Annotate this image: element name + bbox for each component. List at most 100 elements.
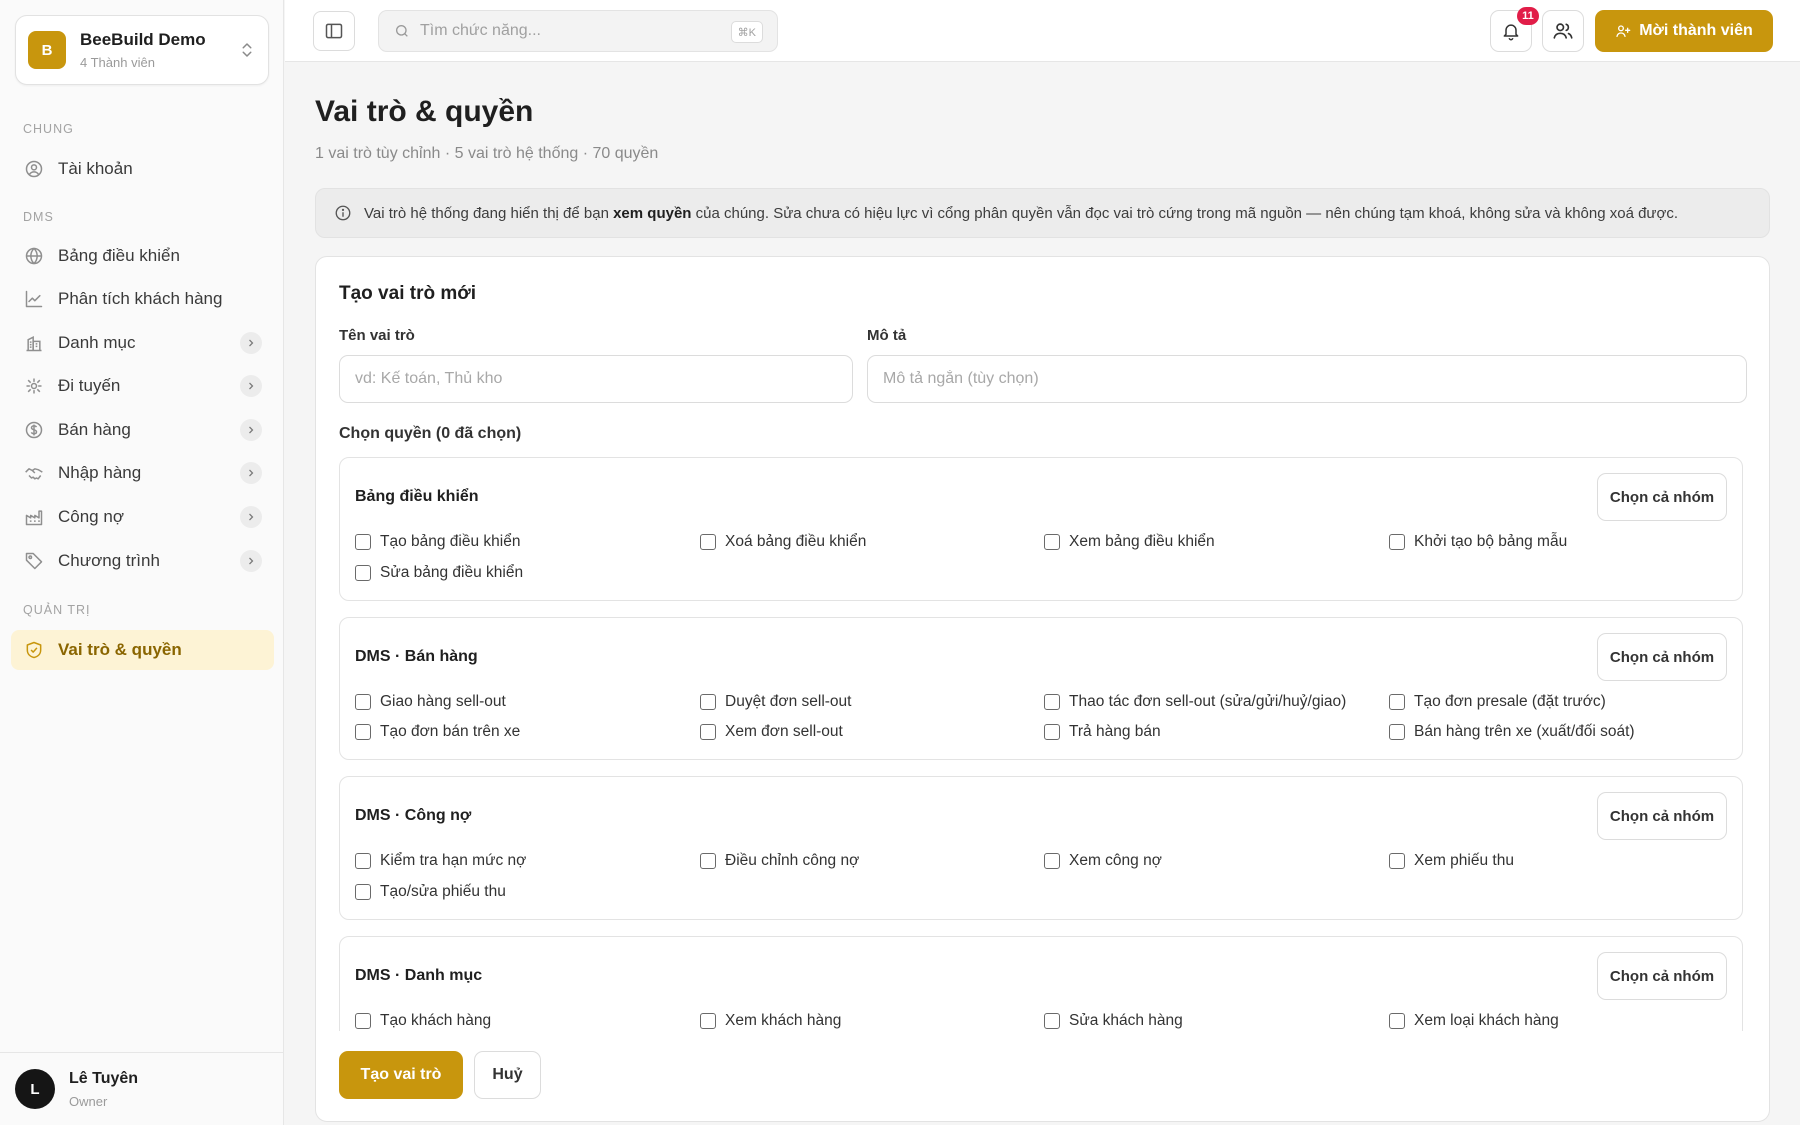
group-title: DMS · Công nợ [355,807,472,824]
route-icon [26,378,42,394]
chevron-right-icon [240,550,262,572]
sidebar-item-purchasing[interactable]: Nhập hàng [11,453,274,493]
permission-checkbox[interactable]: Xoá bảng điều khiển [700,532,866,552]
keyboard-shortcut-hint: ⌘K [730,21,763,43]
permission-checkbox[interactable]: Xem bảng điều khiển [1044,532,1215,552]
select-group-button[interactable]: Chọn cả nhóm [1597,792,1727,840]
checkbox[interactable] [1044,534,1060,550]
sidebar-item-catalog[interactable]: Danh mục [11,323,274,363]
sidebar-item-debt[interactable]: Công nợ [11,497,274,537]
sidebar-item-roles[interactable]: Vai trò & quyền [11,630,274,670]
permission-checkbox[interactable]: Giao hàng sell-out [355,692,506,712]
permission-group: DMS · Danh mục Chọn cả nhóm Tạo khách hà… [339,936,1743,1031]
sidebar-item-dashboard[interactable]: Bảng điều khiển [11,236,274,276]
chevron-right-icon [240,375,262,397]
permission-checkbox[interactable]: Duyệt đơn sell-out [700,692,851,712]
checkbox[interactable] [355,1013,371,1029]
checkbox[interactable] [355,534,371,550]
checkbox[interactable] [1044,724,1060,740]
checkbox[interactable] [700,724,716,740]
permission-checkbox[interactable]: Tạo đơn presale (đặt trước) [1389,692,1606,712]
checkbox[interactable] [1389,694,1405,710]
select-group-button[interactable]: Chọn cả nhóm [1597,633,1727,681]
top-bar: Tìm chức năng... ⌘K 11 Mời thành viên [285,0,1800,62]
search-placeholder: Tìm chức năng... [420,22,541,39]
permission-checkbox[interactable]: Xem khách hàng [700,1011,841,1031]
chevrons-up-down-icon [242,43,252,57]
checkbox[interactable] [1044,1013,1060,1029]
chevron-right-icon [240,419,262,441]
checkbox[interactable] [700,1013,716,1029]
checkbox[interactable] [1044,853,1060,869]
checkbox[interactable] [700,694,716,710]
checkbox[interactable] [700,534,716,550]
role-name-input[interactable] [339,355,853,403]
tag-icon [25,552,43,570]
sidebar-item-customer-analytics[interactable]: Phân tích khách hàng [11,279,274,319]
permission-checkbox[interactable]: Xem loại khách hàng [1389,1011,1559,1031]
create-role-button[interactable]: Tạo vai trò [339,1051,463,1099]
checkbox[interactable] [355,565,371,581]
permission-checkbox[interactable]: Xem phiếu thu [1389,851,1514,871]
description-input[interactable] [867,355,1747,403]
sidebar-item-programs[interactable]: Chương trình [11,541,274,581]
permission-checkbox[interactable]: Kiểm tra hạn mức nợ [355,851,526,871]
permission-checkbox[interactable]: Xem đơn sell-out [700,722,843,742]
avatar: L [15,1069,55,1109]
cancel-button[interactable]: Huỷ [474,1051,541,1099]
shield-check-icon [26,641,42,659]
select-group-button[interactable]: Chọn cả nhóm [1597,473,1727,521]
sidebar-item-sales[interactable]: Bán hàng [11,410,274,450]
team-button[interactable] [1542,10,1584,52]
checkbox[interactable] [355,724,371,740]
checkbox[interactable] [1389,1013,1405,1029]
checkbox[interactable] [1389,724,1405,740]
sidebar-toggle-button[interactable] [313,11,355,51]
permission-checkbox[interactable]: Điều chỉnh công nợ [700,851,859,871]
invite-button-label: Mời thành viên [1639,22,1753,39]
sidebar-item-label: Bán hàng [58,420,131,439]
checkbox[interactable] [1389,853,1405,869]
notifications-button[interactable]: 11 [1490,7,1539,52]
user-name: Lê Tuyên [69,1069,139,1087]
user-circle-icon [25,160,43,178]
line-chart-icon [25,290,43,308]
sidebar-item-account[interactable]: Tài khoản [11,149,274,189]
description-label: Mô tả [867,327,907,344]
chevron-right-icon [240,332,262,354]
permission-checkbox[interactable]: Tạo bảng điều khiển [355,532,520,552]
create-role-card: Tạo vai trò mới Tên vai trò Mô tả Chọn q… [315,256,1770,1122]
sidebar-item-label: Bảng điều khiển [58,246,180,265]
permission-checkbox[interactable]: Sửa khách hàng [1044,1011,1183,1031]
permission-checkbox[interactable]: Thao tác đơn sell-out (sửa/gửi/huỷ/giao) [1044,692,1346,712]
checkbox[interactable] [355,694,371,710]
checkbox[interactable] [700,853,716,869]
section-label-dms: DMS [23,210,54,224]
permission-checkbox[interactable]: Khởi tạo bộ bảng mẫu [1389,532,1567,552]
dollar-circle-icon [25,421,43,439]
chevron-right-icon [240,506,262,528]
permission-checkbox[interactable]: Sửa bảng điều khiển [355,563,523,583]
sidebar-item-label: Tài khoản [58,159,133,178]
workspace-member-count: 4 Thành viên [80,55,155,70]
search-input[interactable]: Tìm chức năng... ⌘K [378,10,778,52]
permission-checkbox[interactable]: Tạo đơn bán trên xe [355,722,520,742]
checkbox[interactable] [355,884,371,900]
invite-member-button[interactable]: Mời thành viên [1595,10,1773,52]
checkbox[interactable] [355,853,371,869]
workspace-switcher[interactable]: B BeeBuild Demo 4 Thành viên [15,15,269,85]
select-group-button[interactable]: Chọn cả nhóm [1597,952,1727,1000]
permission-checkbox[interactable]: Trả hàng bán [1044,722,1161,742]
page-title: Vai trò & quyền [315,95,534,128]
sidebar-item-label: Nhập hàng [58,463,142,482]
permission-group: Bảng điều khiển Chọn cả nhóm Tạo bảng đi… [339,457,1743,601]
checkbox[interactable] [1389,534,1405,550]
checkbox[interactable] [1044,694,1060,710]
permission-checkbox[interactable]: Xem công nợ [1044,851,1162,871]
sidebar-item-routes[interactable]: Đi tuyến [11,366,274,406]
permission-checkbox[interactable]: Bán hàng trên xe (xuất/đối soát) [1389,722,1635,742]
user-profile[interactable]: L Lê Tuyên Owner [0,1052,284,1125]
permission-checkbox[interactable]: Tạo khách hàng [355,1011,491,1031]
permission-checkbox[interactable]: Tạo/sửa phiếu thu [355,882,506,902]
sidebar: B BeeBuild Demo 4 Thành viên CHUNG Tài k… [0,0,284,1125]
